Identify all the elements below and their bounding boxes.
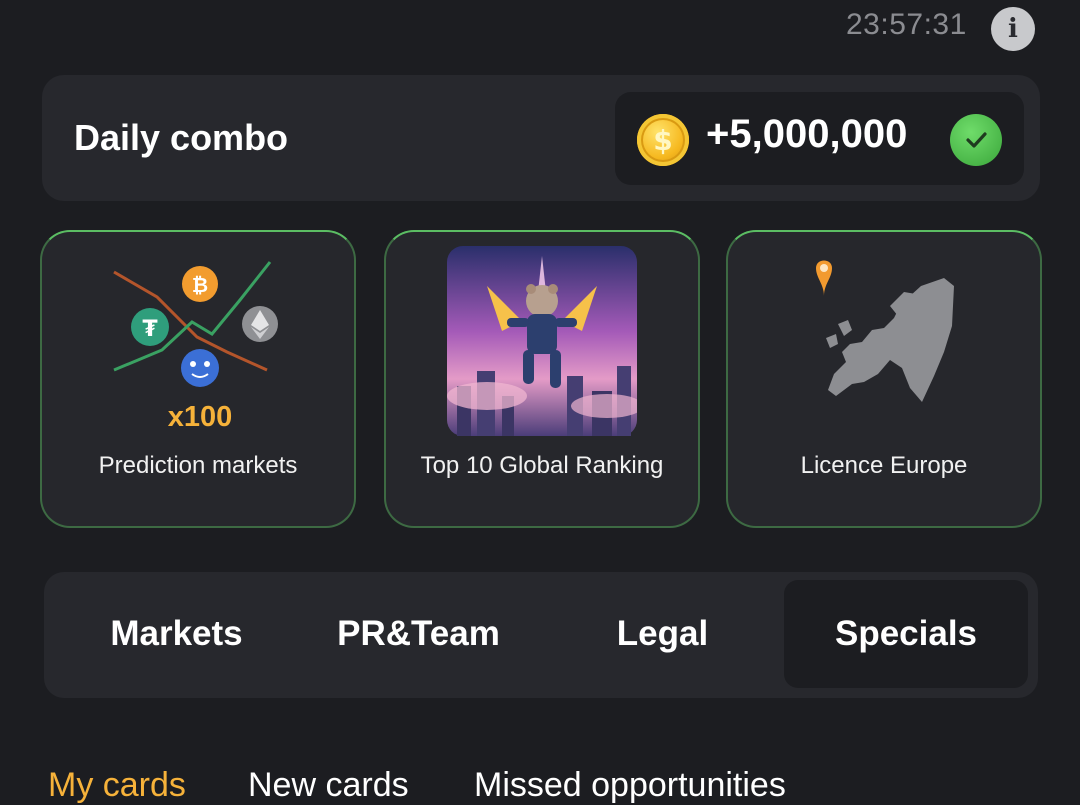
daily-combo-title: Daily combo [74,117,289,158]
info-icon[interactable]: i [991,7,1035,51]
tab-markets[interactable]: Markets [54,580,299,688]
coin-icon: $ [637,114,689,166]
combo-card-top-10-global-ranking[interactable]: Top 10 Global Ranking [384,230,700,528]
prediction-markets-art: ₿ ₮ x100 [113,261,278,432]
daily-combo-bar: Daily combo $ +5,000,000 [42,75,1040,201]
combo-card-prediction-markets[interactable]: ₿ ₮ x100 Prediction markets [40,230,356,528]
flying-hamster-art [447,246,637,436]
check-icon [950,114,1002,166]
combo-card-licence-europe[interactable]: Licence Europe [726,230,1042,528]
countdown-timer: 23:57:31 [846,8,967,41]
europe-map-art [816,260,954,402]
subtab-new-cards[interactable]: New cards [248,766,409,805]
card-label: Top 10 Global Ranking [420,452,664,479]
card-label: Prediction markets [98,452,298,479]
svg-text:₮: ₮ [142,317,158,342]
reward-amount: +5,000,000 [706,112,908,156]
daily-combo-reward: $ +5,000,000 [615,92,1024,185]
tab-specials[interactable]: Specials [784,580,1028,688]
card-label: Licence Europe [800,452,968,479]
tab-legal[interactable]: Legal [540,580,785,688]
svg-text:₿: ₿ [192,273,208,297]
subtab-missed-opportunities[interactable]: Missed opportunities [474,766,786,805]
category-tabs: Markets PR&Team Legal Specials [44,572,1038,698]
tab-pr-team[interactable]: PR&Team [296,580,541,688]
card-badge: x100 [168,401,233,432]
subtab-my-cards[interactable]: My cards [48,766,186,805]
